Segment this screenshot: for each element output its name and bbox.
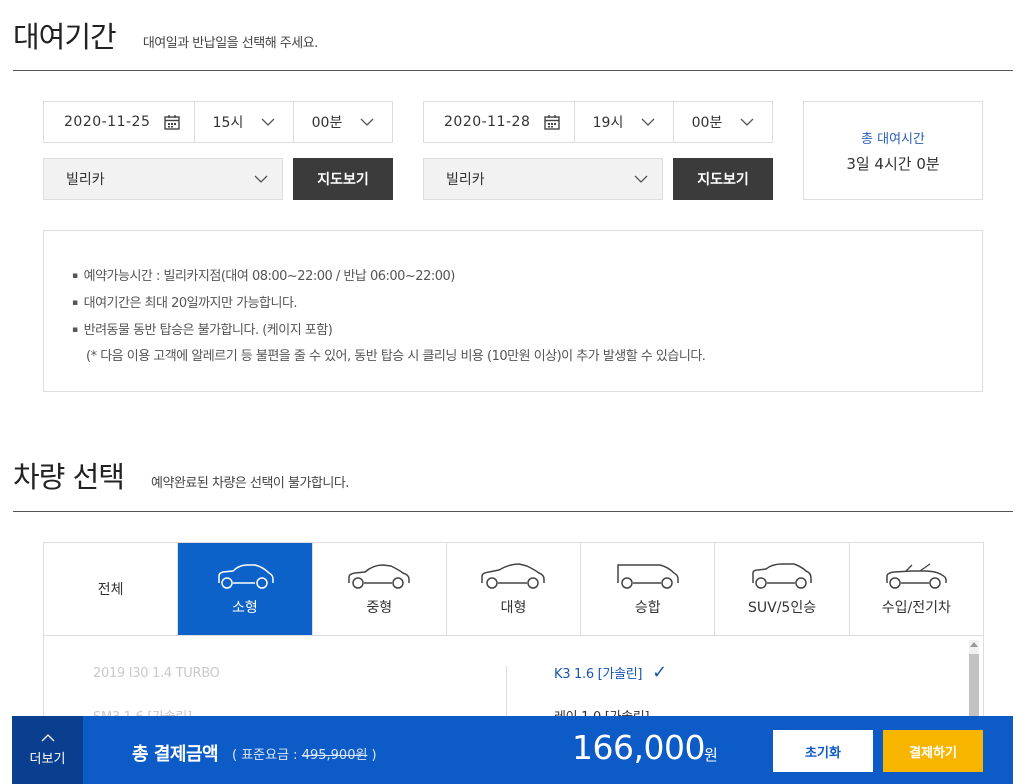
- reset-button[interactable]: 초기화: [773, 730, 873, 772]
- pickup-date-picker[interactable]: 2020-11-25: [43, 101, 195, 143]
- midsize-car-icon: [348, 564, 410, 589]
- scroll-up-icon[interactable]: [970, 642, 978, 647]
- small-car-icon: [218, 564, 274, 589]
- standard-price-suffix: ): [367, 748, 377, 763]
- tab-label: 수입/전기차: [881, 600, 951, 616]
- standard-price-prefix: ( 표준요금 :: [232, 748, 302, 763]
- more-label: 더보기: [29, 751, 66, 767]
- pickup-hour-value: 15시: [212, 115, 244, 131]
- tab-all[interactable]: 전체: [44, 543, 179, 635]
- pickup-location-value: 빌리카: [66, 172, 105, 188]
- return-date-value: 2020-11-28: [444, 114, 531, 130]
- tab-import-ev[interactable]: 수입/전기차: [850, 543, 983, 635]
- pickup-map-button[interactable]: 지도보기: [293, 158, 393, 200]
- calendar-icon: [544, 115, 560, 130]
- check-icon: ✓: [652, 662, 667, 683]
- tab-large[interactable]: 대형: [447, 543, 582, 635]
- notice-item: 대여기간은 최대 20일까지만 가능합니다.: [72, 290, 982, 317]
- vehicle-item-selected[interactable]: K3 1.6 [가솔린] ✓: [554, 662, 667, 683]
- payment-footer: 더보기 총 결제금액 ( 표준요금 : 495,900원 ) 166,000 원…: [12, 716, 1013, 784]
- total-payment-label: 총 결제금액: [132, 744, 219, 765]
- return-location-select[interactable]: 빌리카: [423, 158, 663, 200]
- standard-price-value: 495,900원: [301, 748, 368, 763]
- return-map-button[interactable]: 지도보기: [673, 158, 773, 200]
- calendar-icon: [164, 115, 180, 130]
- tab-van[interactable]: 승합: [581, 543, 716, 635]
- pay-button[interactable]: 결제하기: [883, 730, 983, 772]
- payment-amount: 166,000: [572, 728, 705, 767]
- convertible-icon: [886, 563, 948, 589]
- chevron-down-icon: [254, 175, 268, 183]
- tab-small[interactable]: 소형: [178, 543, 313, 635]
- currency-label: 원: [704, 746, 718, 764]
- tab-label: 중형: [366, 600, 393, 616]
- total-rental-time: 총 대여시간 3일 4시간 0분: [803, 101, 983, 200]
- vehicle-select-title: 차량 선택: [13, 460, 125, 494]
- total-rental-time-label: 총 대여시간: [861, 131, 925, 147]
- total-rental-time-value: 3일 4시간 0분: [846, 154, 940, 173]
- rental-period-header: 대여기간 대여일과 반납일을 선택해 주세요.: [13, 12, 1013, 71]
- rental-notice: 예약가능시간 : 빌리카지점(대여 08:00~22:00 / 반납 06:00…: [43, 230, 983, 392]
- chevron-down-icon: [634, 175, 648, 183]
- tab-label: 승합: [634, 600, 661, 616]
- notice-item: 예약가능시간 : 빌리카지점(대여 08:00~22:00 / 반납 06:00…: [72, 263, 982, 290]
- tab-label: 전체: [97, 582, 124, 598]
- return-date-picker[interactable]: 2020-11-28: [423, 101, 575, 143]
- vehicle-select-header: 차량 선택 예약완료된 차량은 선택이 불가합니다.: [13, 452, 1013, 512]
- return-minute-select[interactable]: 00분: [673, 101, 773, 143]
- tab-label: 대형: [500, 600, 527, 616]
- pickup-location-select[interactable]: 빌리카: [43, 158, 283, 200]
- pickup-minute-value: 00분: [311, 115, 343, 131]
- return-location-value: 빌리카: [446, 172, 485, 188]
- pickup-minute-select[interactable]: 00분: [293, 101, 393, 143]
- tab-suv[interactable]: SUV/5인승: [715, 543, 850, 635]
- standard-price: ( 표준요금 : 495,900원 ): [232, 744, 377, 763]
- return-hour-select[interactable]: 19시: [574, 101, 674, 143]
- chevron-down-icon: [261, 118, 275, 126]
- rental-period-title: 대여기간: [13, 20, 117, 54]
- large-car-icon: [481, 563, 546, 589]
- van-icon: [617, 564, 679, 589]
- vehicle-item-disabled: 2019 I30 1.4 TURBO: [93, 666, 220, 681]
- suv-icon: [752, 563, 812, 589]
- rental-period-subtitle: 대여일과 반납일을 선택해 주세요.: [142, 36, 318, 51]
- pickup-hour-select[interactable]: 15시: [194, 101, 294, 143]
- chevron-down-icon: [740, 118, 754, 126]
- tab-midsize[interactable]: 중형: [313, 543, 447, 635]
- more-button[interactable]: 더보기: [12, 716, 83, 784]
- notice-item: 반려동물 동반 탑승은 불가합니다. (케이지 포함): [72, 317, 982, 344]
- vehicle-category-tabs: 전체 소형 중형 대형 승합 SUV/5인승 수입/전기차: [43, 542, 984, 636]
- vehicle-select-subtitle: 예약완료된 차량은 선택이 불가합니다.: [151, 476, 349, 491]
- return-hour-value: 19시: [592, 115, 624, 131]
- return-minute-value: 00분: [691, 115, 723, 131]
- chevron-down-icon: [641, 118, 655, 126]
- chevron-up-icon: [41, 733, 54, 741]
- tab-label: SUV/5인승: [747, 600, 817, 616]
- chevron-down-icon: [360, 118, 374, 126]
- pickup-date-value: 2020-11-25: [64, 114, 151, 130]
- tab-label: 소형: [232, 600, 258, 616]
- notice-item: (* 다음 이용 고객에 알레르기 등 불편을 줄 수 있어, 동반 탑승 시 …: [86, 349, 706, 364]
- vehicle-item-label: K3 1.6 [가솔린]: [554, 667, 643, 682]
